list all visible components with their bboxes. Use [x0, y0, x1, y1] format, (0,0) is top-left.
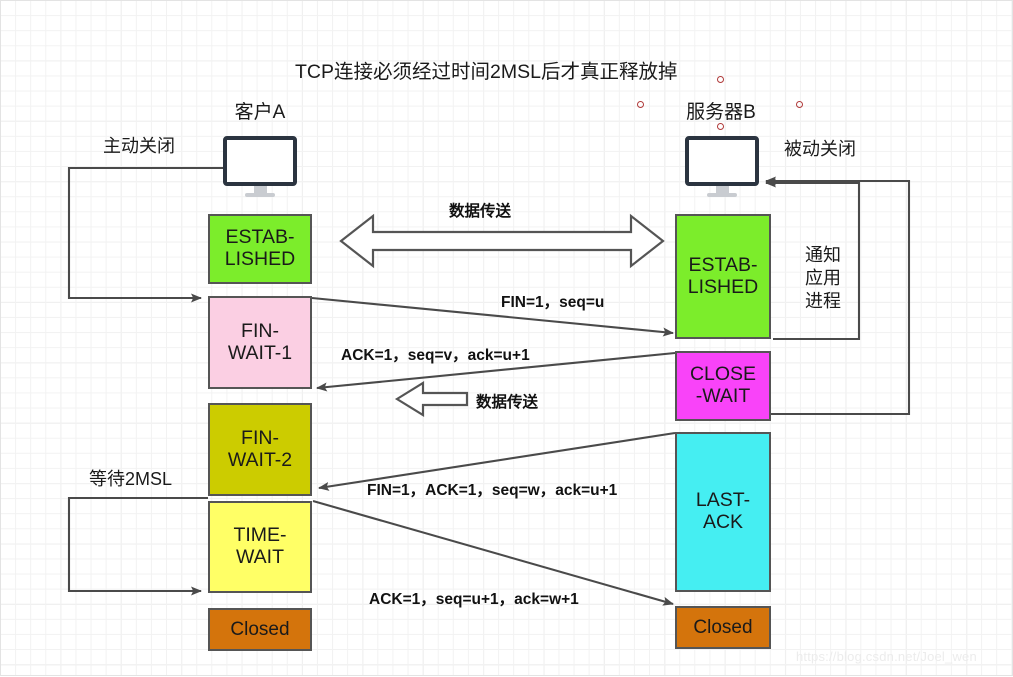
server-label: 服务器B [686, 102, 756, 123]
selection-handle[interactable] [717, 76, 724, 83]
message-label-ack2: ACK=1，seq=u+1，ack=w+1 [369, 591, 579, 608]
state-box-client-established[interactable]: ESTAB- LISHED [208, 214, 312, 284]
monitor-base [707, 193, 737, 197]
annotation-active-close: 主动关闭 [103, 136, 175, 156]
state-box-client-fin-wait-1[interactable]: FIN- WAIT-1 [208, 296, 312, 389]
annotation-passive-close: 被动关闭 [784, 139, 856, 159]
state-box-server-last-ack[interactable]: LAST- ACK [675, 432, 771, 592]
selection-handle[interactable] [796, 101, 803, 108]
connector-layer [67, 166, 911, 606]
state-box-client-time-wait[interactable]: TIME- WAIT [208, 501, 312, 593]
client-label: 客户A [234, 102, 286, 123]
state-box-client-closed[interactable]: Closed [208, 608, 312, 651]
monitor-screen [223, 136, 297, 186]
client-monitor-icon [223, 136, 299, 197]
state-box-server-established[interactable]: ESTAB- LISHED [675, 214, 771, 339]
watermark: https://blog.csdn.net/Joel_wen [796, 649, 977, 664]
diagram-canvas: TCP连接必须经过时间2MSL后才真正释放掉 客户A 服务器B ESTAB- L… [0, 0, 1013, 676]
selection-handle[interactable] [717, 123, 724, 130]
monitor-screen [685, 136, 759, 186]
server-monitor-icon [685, 136, 761, 197]
hollow-arrow-data-transfer-mid [394, 381, 469, 417]
message-label-fin2: FIN=1，ACK=1，seq=w，ack=u+1 [367, 482, 618, 499]
path-msg-fin1 [311, 296, 674, 337]
state-box-server-close-wait[interactable]: CLOSE -WAIT [675, 351, 771, 421]
annotation-notify-app: 通知 应用 进程 [805, 245, 841, 312]
monitor-base [245, 193, 275, 197]
label-data-transfer-top: 数据传送 [449, 203, 512, 220]
label-data-transfer-mid: 数据传送 [476, 394, 539, 411]
selection-handle[interactable] [637, 101, 644, 108]
hollow-arrow-data-transfer-top [339, 213, 665, 269]
monitor-neck [715, 186, 729, 193]
path-wait-2msl [67, 496, 208, 596]
message-label-ack1: ACK=1，seq=v，ack=u+1 [341, 347, 530, 364]
state-box-client-fin-wait-2[interactable]: FIN- WAIT-2 [208, 403, 312, 496]
message-label-fin1: FIN=1，seq=u [501, 294, 605, 311]
path-active-close [67, 166, 223, 303]
page-title: TCP连接必须经过时间2MSL后才真正释放掉 [295, 61, 678, 83]
annotation-wait-2msl: 等待2MSL [89, 469, 173, 489]
state-box-server-closed[interactable]: Closed [675, 606, 771, 649]
monitor-neck [253, 186, 267, 193]
